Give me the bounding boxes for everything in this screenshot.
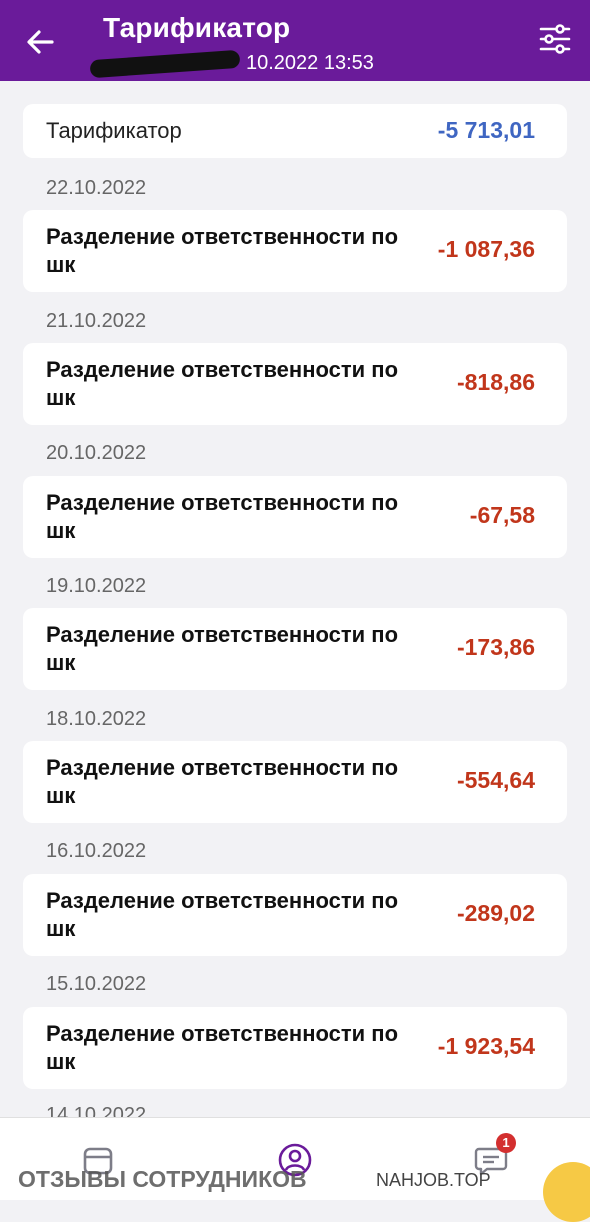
entry-amount: -67,58 <box>469 502 535 528</box>
entry-amount: -1 923,54 <box>437 1033 535 1059</box>
date-header: 19.10.2022 <box>46 575 147 597</box>
summary-label: Тарификатор <box>46 118 182 143</box>
list-item[interactable]: Разделение ответственности по шк -1 087,… <box>23 210 567 292</box>
watermark-text: ОТЗЫВЫ СОТРУДНИКОВ <box>18 1166 307 1192</box>
list-item[interactable]: Разделение ответственности по шк -554,64 <box>23 741 567 823</box>
date-header: 21.10.2022 <box>46 310 147 332</box>
subtitle-datetime: 10.2022 13:53 <box>246 52 374 74</box>
summary-value: -5 713,01 <box>437 117 535 143</box>
entry-amount: -554,64 <box>456 767 535 793</box>
summary-card[interactable]: Тарификатор -5 713,01 <box>23 104 567 158</box>
entry-amount: -289,02 <box>456 900 535 926</box>
watermark-site: NAHJOB.TOP <box>376 1170 491 1190</box>
entry-title: Разделение ответственности по шк <box>46 1021 399 1074</box>
angry-face-icon <box>543 1162 590 1222</box>
list-item[interactable]: Разделение ответственности по шк -173,86 <box>23 608 567 690</box>
redaction-mark <box>89 49 241 78</box>
filter-button[interactable] <box>538 22 574 58</box>
page-subtitle: 10.2022 13:53 <box>89 49 374 78</box>
page-title: Тарификатор <box>103 12 291 43</box>
sliders-icon <box>539 24 571 54</box>
entry-amount: -1 087,36 <box>437 236 535 262</box>
list-item[interactable]: Разделение ответственности по шк -818,86 <box>23 343 567 425</box>
entry-amount: -818,86 <box>456 369 535 395</box>
entry-title: Разделение ответственности по шк <box>46 224 399 277</box>
chat-notification-badge: 1 <box>496 1133 516 1153</box>
date-header: 16.10.2022 <box>46 840 147 862</box>
back-button[interactable] <box>22 24 58 60</box>
list-item[interactable]: Разделение ответственности по шк -67,58 <box>23 476 567 558</box>
entry-title: Разделение ответственности по шк <box>46 357 399 410</box>
entry-title: Разделение ответственности по шк <box>46 490 399 543</box>
list-item[interactable]: Разделение ответственности по шк -1 923,… <box>23 1007 567 1089</box>
date-header: 22.10.2022 <box>46 177 147 199</box>
entry-amount: -173,86 <box>456 634 535 660</box>
app-header: Тарификатор 10.2022 13:53 <box>0 0 590 81</box>
entry-title: Разделение ответственности по шк <box>46 888 399 941</box>
entry-title: Разделение ответственности по шк <box>46 755 399 808</box>
list-item[interactable]: Разделение ответственности по шк -289,02 <box>23 874 567 956</box>
arrow-left-icon <box>27 30 54 54</box>
date-header: 20.10.2022 <box>46 442 147 464</box>
entry-title: Разделение ответственности по шк <box>46 622 399 675</box>
date-header: 18.10.2022 <box>46 708 147 730</box>
date-header: 15.10.2022 <box>46 973 147 995</box>
